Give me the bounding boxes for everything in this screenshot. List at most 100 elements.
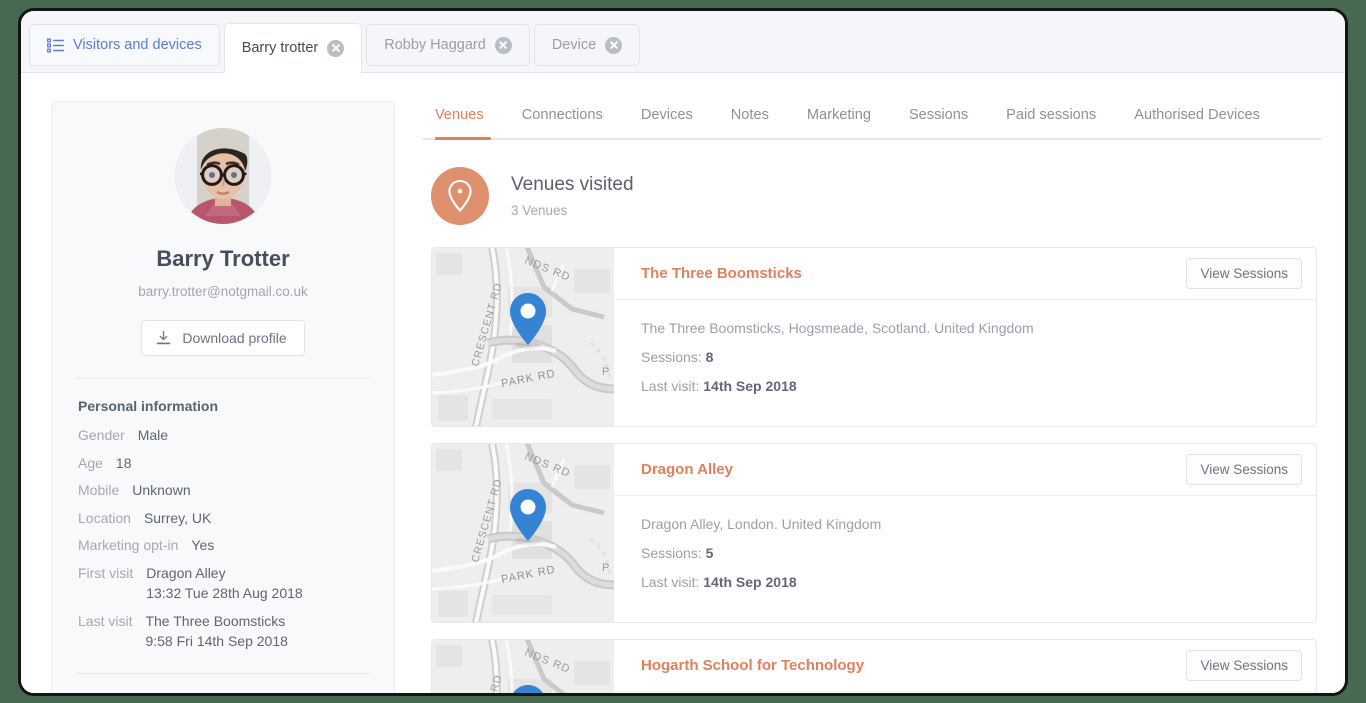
tab-label: Device (552, 38, 596, 53)
venue-header: The Three Boomsticks View Sessions (614, 248, 1316, 300)
venue-last-visit: Last visit: 14th Sep 2018 (641, 574, 1289, 590)
tab-authorised-devices[interactable]: Authorised Devices (1115, 101, 1279, 138)
info-value: The Three Boomsticks 9:58 Fri 14th Sep 2… (145, 613, 287, 651)
venue-name-link[interactable]: Hogarth School for Technology (641, 657, 864, 674)
map-label-road-right: P (602, 562, 609, 574)
venue-address: The Three Boomsticks, Hogsmeade, Scotlan… (641, 320, 1289, 336)
tab-marketing[interactable]: Marketing (788, 101, 890, 138)
info-row-location: Location Surrey, UK (78, 510, 370, 528)
tabstrip: Visitors and devices Barry trotter Robby… (21, 11, 1345, 73)
tab-venues[interactable]: Venues (423, 101, 503, 138)
list-icon (47, 38, 64, 53)
venue-sessions-value: 5 (706, 545, 714, 561)
close-icon[interactable] (605, 37, 622, 54)
info-key: Mobile (78, 482, 119, 500)
info-value: Male (138, 427, 168, 445)
subtab-label: Notes (731, 107, 769, 123)
venues-header-text: Venues visited 3 Venues (511, 174, 634, 218)
venue-card[interactable]: NDS RD CRESCENT RD PARK RD P Dragon Alle… (431, 443, 1317, 623)
info-value-sub: 13:32 Tue 28th Aug 2018 (146, 585, 302, 603)
venue-header: Dragon Alley View Sessions (614, 444, 1316, 496)
info-key: Marketing opt-in (78, 537, 178, 555)
venue-details (614, 692, 1316, 696)
info-value-sub: 9:58 Fri 14th Sep 2018 (145, 633, 287, 651)
app-window: Visitors and devices Barry trotter Robby… (18, 8, 1348, 696)
tab-robby-haggard[interactable]: Robby Haggard (366, 24, 530, 66)
avatar-wrapper (52, 128, 394, 224)
info-value: 18 (116, 455, 132, 473)
subtab-label: Devices (641, 107, 693, 123)
tab-paid-sessions[interactable]: Paid sessions (987, 101, 1115, 138)
venue-sessions-label: Sessions: (641, 349, 706, 365)
tab-sessions[interactable]: Sessions (890, 101, 987, 138)
venue-sessions-value: 8 (706, 349, 714, 365)
venue-map-thumbnail[interactable]: NDS RD CRESCENT RD PARK RD P (432, 444, 614, 622)
view-sessions-button[interactable]: View Sessions (1186, 258, 1302, 289)
subtab-label: Sessions (909, 107, 968, 123)
view-sessions-button[interactable]: View Sessions (1186, 454, 1302, 485)
profile-email: barry.trotter@notgmail.co.uk (52, 284, 394, 299)
download-icon (156, 330, 171, 346)
close-icon[interactable] (327, 40, 344, 57)
close-icon[interactable] (495, 37, 512, 54)
subtab-label: Venues (435, 107, 484, 123)
main-content: Venues Connections Devices Notes Marketi… (423, 101, 1321, 696)
venue-last-visit-value: 14th Sep 2018 (703, 378, 796, 394)
map-label-road-right: P (602, 366, 609, 378)
info-value: Yes (191, 537, 214, 555)
venues-title: Venues visited (511, 174, 634, 196)
avatar (175, 128, 271, 224)
tab-device[interactable]: Device (534, 24, 640, 66)
divider (76, 673, 370, 674)
download-profile-button[interactable]: Download profile (141, 320, 304, 356)
profile-card: Barry Trotter barry.trotter@notgmail.co.… (51, 101, 395, 696)
venue-last-visit-value: 14th Sep 2018 (703, 574, 796, 590)
tab-label: Robby Haggard (384, 38, 486, 53)
subtab-bar: Venues Connections Devices Notes Marketi… (423, 101, 1321, 140)
info-key: First visit (78, 565, 133, 583)
tab-devices[interactable]: Devices (622, 101, 712, 138)
info-value: Surrey, UK (144, 510, 211, 528)
download-profile-wrapper: Download profile (52, 320, 394, 356)
info-key: Age (78, 455, 103, 473)
download-profile-label: Download profile (182, 330, 286, 346)
venues-panel-header: Venues visited 3 Venues (423, 140, 1321, 247)
venue-sessions: Sessions: 5 (641, 545, 1289, 561)
venue-sessions: Sessions: 8 (641, 349, 1289, 365)
venue-card[interactable]: NDS RD CRESCENT RD Hogarth School for Te… (431, 639, 1317, 696)
venue-details: The Three Boomsticks, Hogsmeade, Scotlan… (614, 300, 1316, 407)
venue-details: Dragon Alley, London. United Kingdom Ses… (614, 496, 1316, 603)
info-key: Gender (78, 427, 125, 445)
tab-notes[interactable]: Notes (712, 101, 788, 138)
venue-header: Hogarth School for Technology View Sessi… (614, 640, 1316, 692)
venue-name-link[interactable]: Dragon Alley (641, 461, 733, 478)
info-row-marketing-opt-in: Marketing opt-in Yes (78, 537, 370, 555)
info-row-last-visit: Last visit The Three Boomsticks 9:58 Fri… (78, 613, 370, 651)
venue-address: Dragon Alley, London. United Kingdom (641, 516, 1289, 532)
info-value-primary: Dragon Alley (146, 565, 225, 581)
personal-information-title: Personal information (78, 398, 370, 414)
venue-name-link[interactable]: The Three Boomsticks (641, 265, 802, 282)
tab-visitors-and-devices[interactable]: Visitors and devices (29, 24, 220, 66)
tab-barry-trotter[interactable]: Barry trotter (224, 23, 363, 73)
info-key: Last visit (78, 613, 132, 631)
venues-count: 3 Venues (511, 203, 634, 218)
view-sessions-button[interactable]: View Sessions (1186, 650, 1302, 681)
venue-card[interactable]: NDS RD CRESCENT RD PARK RD P The Three B… (431, 247, 1317, 427)
map-pin-icon (431, 167, 489, 225)
tab-connections[interactable]: Connections (503, 101, 622, 138)
info-value-primary: The Three Boomsticks (145, 613, 285, 629)
venue-sessions-label: Sessions: (641, 545, 706, 561)
page-title: Barry Trotter (52, 246, 394, 272)
info-row-age: Age 18 (78, 455, 370, 473)
venue-map-thumbnail[interactable]: NDS RD CRESCENT RD (432, 640, 614, 696)
venue-last-visit-label: Last visit: (641, 378, 703, 394)
tab-label: Barry trotter (242, 41, 319, 56)
personal-information-block: Personal information Gender Male Age 18 … (52, 379, 394, 651)
info-row-first-visit: First visit Dragon Alley 13:32 Tue 28th … (78, 565, 370, 603)
info-value: Unknown (132, 482, 190, 500)
info-row-gender: Gender Male (78, 427, 370, 445)
tab-label: Visitors and devices (73, 38, 202, 53)
venue-last-visit: Last visit: 14th Sep 2018 (641, 378, 1289, 394)
venue-map-thumbnail[interactable]: NDS RD CRESCENT RD PARK RD P (432, 248, 614, 426)
